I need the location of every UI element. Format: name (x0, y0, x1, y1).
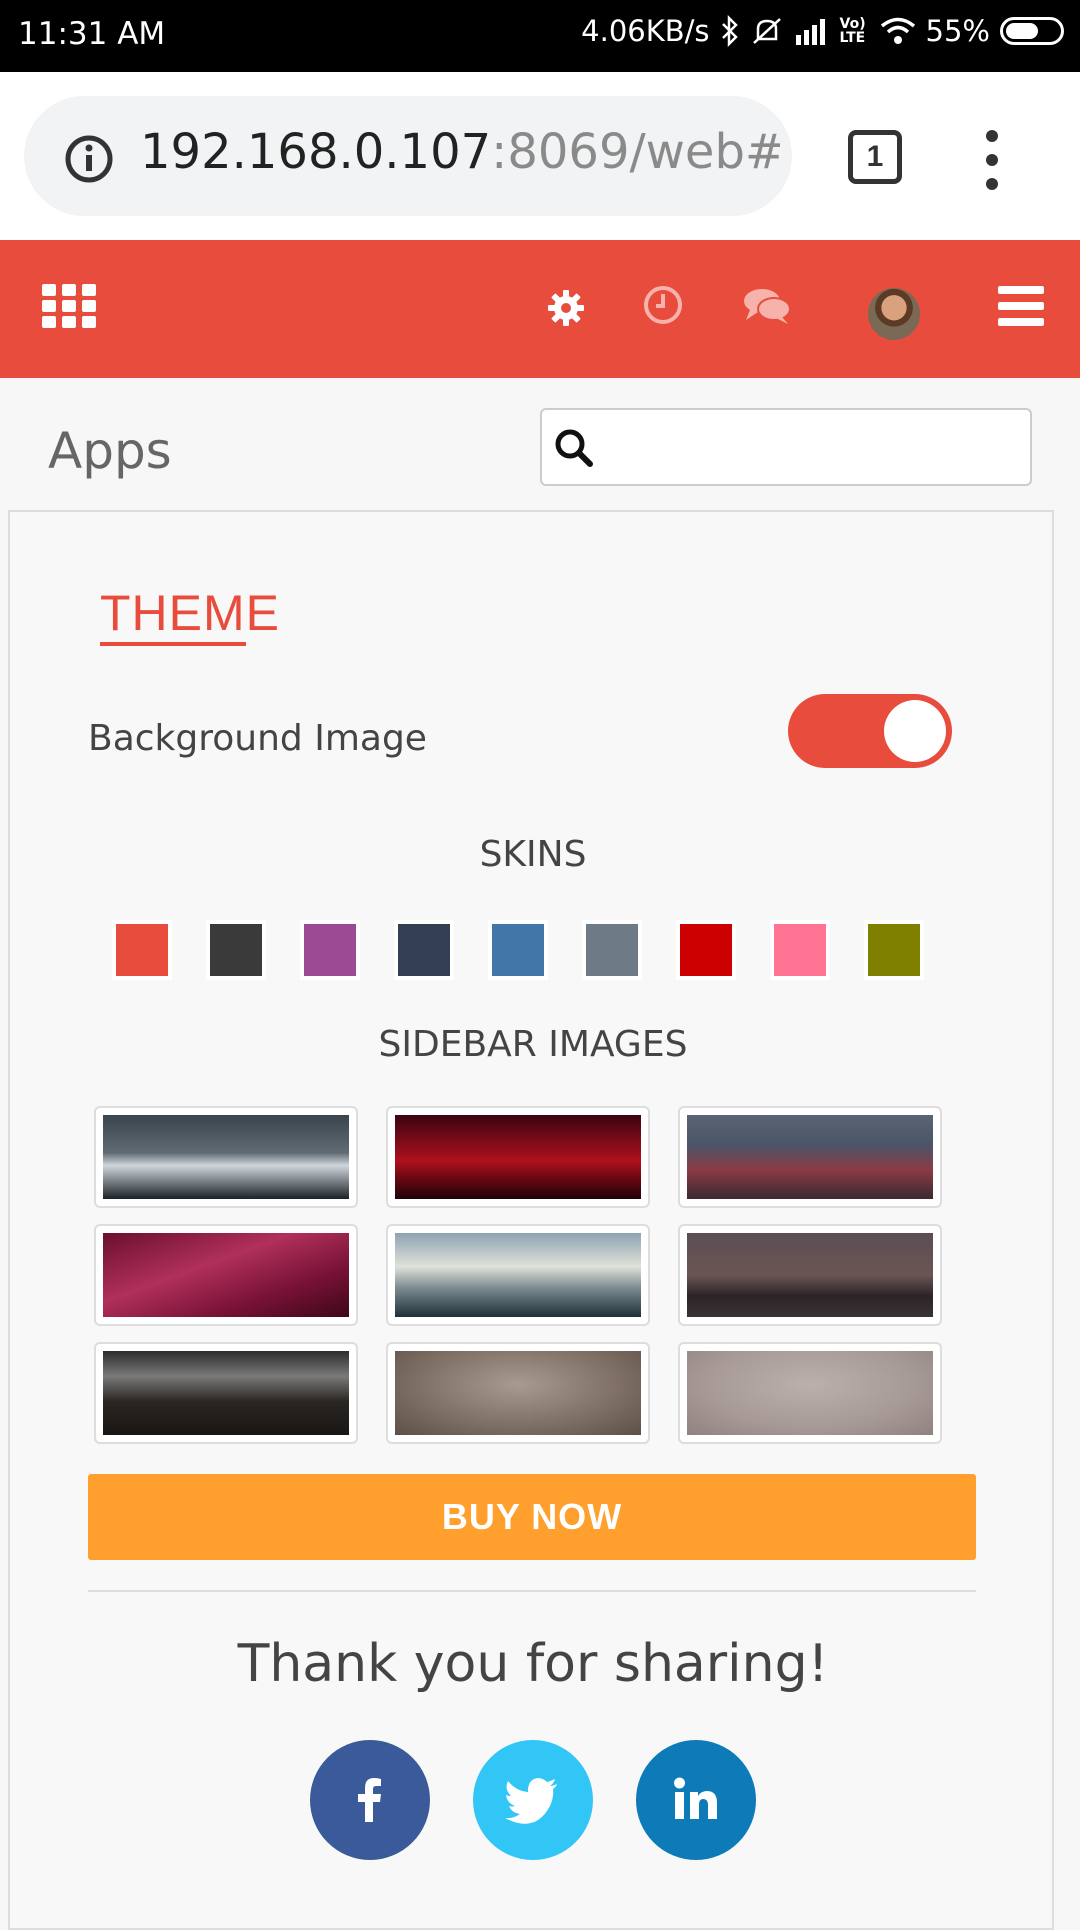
skins-palette (116, 924, 920, 976)
hamburger-icon[interactable] (998, 286, 1044, 326)
sidebar-image-8[interactable] (386, 1342, 650, 1444)
background-image-label: Background Image (88, 718, 427, 759)
chat-icon[interactable] (742, 286, 792, 326)
thanks-text: Thank you for sharing! (237, 1634, 829, 1694)
facebook-icon (358, 1778, 381, 1822)
battery-icon (1000, 17, 1064, 45)
background-image-toggle[interactable] (788, 694, 952, 768)
sidebar-images-title: SIDEBAR IMAGES (378, 1024, 688, 1065)
toggle-knob (884, 700, 946, 762)
battery-percent: 55% (925, 14, 990, 48)
sidebar-image-4[interactable] (94, 1224, 358, 1326)
battery-fill (1006, 23, 1038, 39)
app-header (0, 240, 1080, 378)
skin-swatch-3[interactable] (304, 924, 356, 976)
sidebar-images-grid (94, 1106, 942, 1444)
theme-panel: THEME Background Image SKINS SIDEBAR IMA… (8, 510, 1054, 1930)
skins-title: SKINS (479, 834, 587, 875)
skin-swatch-5[interactable] (492, 924, 544, 976)
url-host: 192.168.0.107 (140, 124, 492, 180)
browser-toolbar: 192.168.0.107:8069/web#a 1 (0, 72, 1080, 240)
mute-bell-icon (750, 15, 784, 47)
skin-swatch-4[interactable] (398, 924, 450, 976)
info-icon[interactable] (64, 134, 114, 184)
sidebar-image-2[interactable] (386, 1106, 650, 1208)
sidebar-image-7[interactable] (94, 1342, 358, 1444)
twitter-icon (505, 1778, 557, 1824)
signal-icon (794, 17, 830, 45)
skin-swatch-9[interactable] (868, 924, 920, 976)
linkedin-icon (674, 1777, 717, 1819)
sidebar-image-3[interactable] (678, 1106, 942, 1208)
browser-menu-icon[interactable] (986, 130, 998, 190)
sidebar-image-5[interactable] (386, 1224, 650, 1326)
url-path: :8069/web#a (491, 124, 780, 180)
skin-swatch-6[interactable] (586, 924, 638, 976)
volte-icon: Vo) LTE (839, 16, 866, 46)
bluetooth-icon (720, 15, 740, 47)
sidebar-image-6[interactable] (678, 1224, 942, 1326)
avatar[interactable] (868, 288, 920, 340)
skin-swatch-7[interactable] (680, 924, 732, 976)
page-title: Apps (48, 422, 172, 480)
skin-swatch-8[interactable] (774, 924, 826, 976)
skin-swatch-2[interactable] (210, 924, 262, 976)
facebook-share-button[interactable] (310, 1740, 430, 1860)
divider (88, 1590, 976, 1592)
wifi-icon (880, 17, 916, 45)
search-icon (555, 429, 593, 467)
skin-swatch-1[interactable] (116, 924, 168, 976)
buy-now-button[interactable]: BUY NOW (88, 1474, 976, 1560)
sidebar-image-9[interactable] (678, 1342, 942, 1444)
network-speed: 4.06KB/s (581, 14, 710, 48)
breadcrumb-row: Apps (0, 378, 1080, 510)
gear-icon[interactable] (546, 288, 586, 328)
address-bar[interactable]: 192.168.0.107:8069/web#a (24, 96, 792, 216)
status-bar: 11:31 AM 4.06KB/s Vo) LTE 55% (0, 0, 1080, 72)
search-input[interactable] (540, 408, 1032, 486)
theme-tab[interactable]: THEME (100, 584, 280, 642)
url-text[interactable]: 192.168.0.107:8069/web#a (140, 124, 780, 180)
theme-tab-underline (100, 642, 246, 646)
status-icons: 4.06KB/s Vo) LTE 55% (581, 14, 1064, 48)
status-time: 11:31 AM (18, 16, 166, 52)
apps-grid-icon[interactable] (42, 284, 96, 328)
sidebar-image-1[interactable] (94, 1106, 358, 1208)
clock-icon[interactable] (642, 284, 684, 326)
linkedin-share-button[interactable] (636, 1740, 756, 1860)
twitter-share-button[interactable] (473, 1740, 593, 1860)
tab-switcher-button[interactable]: 1 (848, 130, 902, 184)
